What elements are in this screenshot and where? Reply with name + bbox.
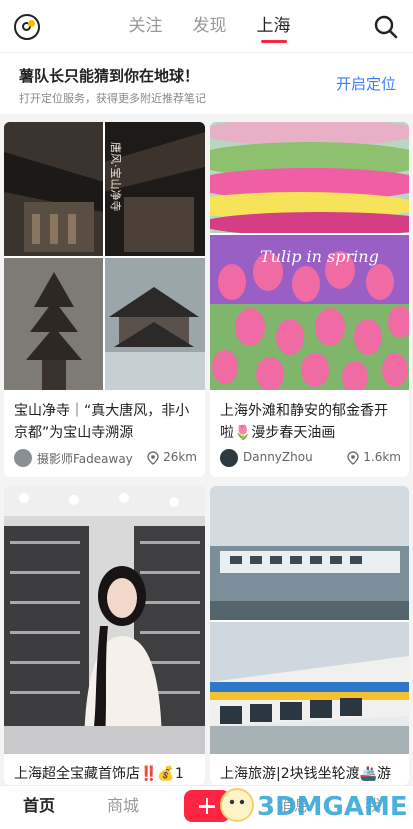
banner-subtitle: 打开定位服务，获得更多附近推荐笔记 [19, 92, 206, 105]
avatar [14, 449, 32, 467]
feed-card[interactable]: 上海旅游|2块钱坐轮渡🚢游 [210, 486, 409, 785]
tab-following[interactable]: 关注 [129, 0, 163, 52]
temple-photo: 唐风·宝山净寺 [4, 122, 205, 390]
distance-label: 26km [147, 450, 197, 465]
watermark-text: 3DMGAME [257, 792, 407, 822]
author-name: DannyZhou [243, 450, 313, 464]
banner-title: 薯队长只能猜到你在地球！ [19, 67, 200, 85]
tulip-photo: Tulip in spring [210, 122, 409, 390]
card-title: 上海外滩和静安的郁金香开啦🌷漫步春天油画 [220, 403, 388, 441]
nav-home[interactable]: 首页 [23, 786, 55, 829]
nav-shop[interactable]: 商城 [107, 786, 139, 829]
location-pin-icon [347, 451, 359, 465]
tab-discover[interactable]: 发现 [193, 0, 227, 52]
enable-location-button[interactable]: 开启定位 [336, 73, 396, 94]
card-title: 上海旅游|2块钱坐轮渡🚢游 [220, 766, 392, 782]
ferry-photo [210, 486, 409, 754]
avatar [220, 449, 238, 467]
site-watermark: 3DMGAME [220, 788, 407, 822]
feed-tabs: 关注 发现 上海 [0, 0, 413, 52]
distance-label: 1.6km [347, 450, 401, 465]
card-title: 上海超全宝藏首饰店‼️💰1 [14, 766, 184, 782]
tab-local-city[interactable]: 上海 [257, 0, 291, 52]
card-meta: DannyZhou 1.6km [220, 448, 401, 468]
top-bar: 关注 发现 上海 [0, 0, 413, 52]
distance-value: 26km [163, 450, 197, 464]
distance-value: 1.6km [363, 450, 401, 464]
feed-card[interactable]: 上海超全宝藏首饰店‼️💰1 [4, 486, 205, 785]
location-banner: 薯队长只能猜到你在地球！ 打开定位服务，获得更多附近推荐笔记 开启定位 [0, 52, 413, 114]
feed-card[interactable]: Tulip in spring 上海外滩和静安的郁金香开啦🌷漫步春天油画 Dan… [210, 122, 409, 477]
card-title: 宝山净寺｜“真大唐风，非小京都”为宝山寺溯源 [14, 403, 190, 441]
temple-photo-caption: 唐风·宝山净寺 [109, 142, 123, 212]
location-pin-icon [147, 451, 159, 465]
card-meta: 摄影师Fadeaway 26km [14, 448, 197, 468]
search-icon[interactable] [373, 14, 399, 40]
author-name: 摄影师Fadeaway [37, 452, 133, 466]
tulip-photo-caption: Tulip in spring [260, 247, 379, 266]
feed-card[interactable]: 唐风·宝山净寺 宝山净寺｜“真大唐风，非小京都”为宝山寺溯源 摄影师Fadeaw… [4, 122, 205, 477]
jewelry-shop-photo [4, 486, 205, 754]
